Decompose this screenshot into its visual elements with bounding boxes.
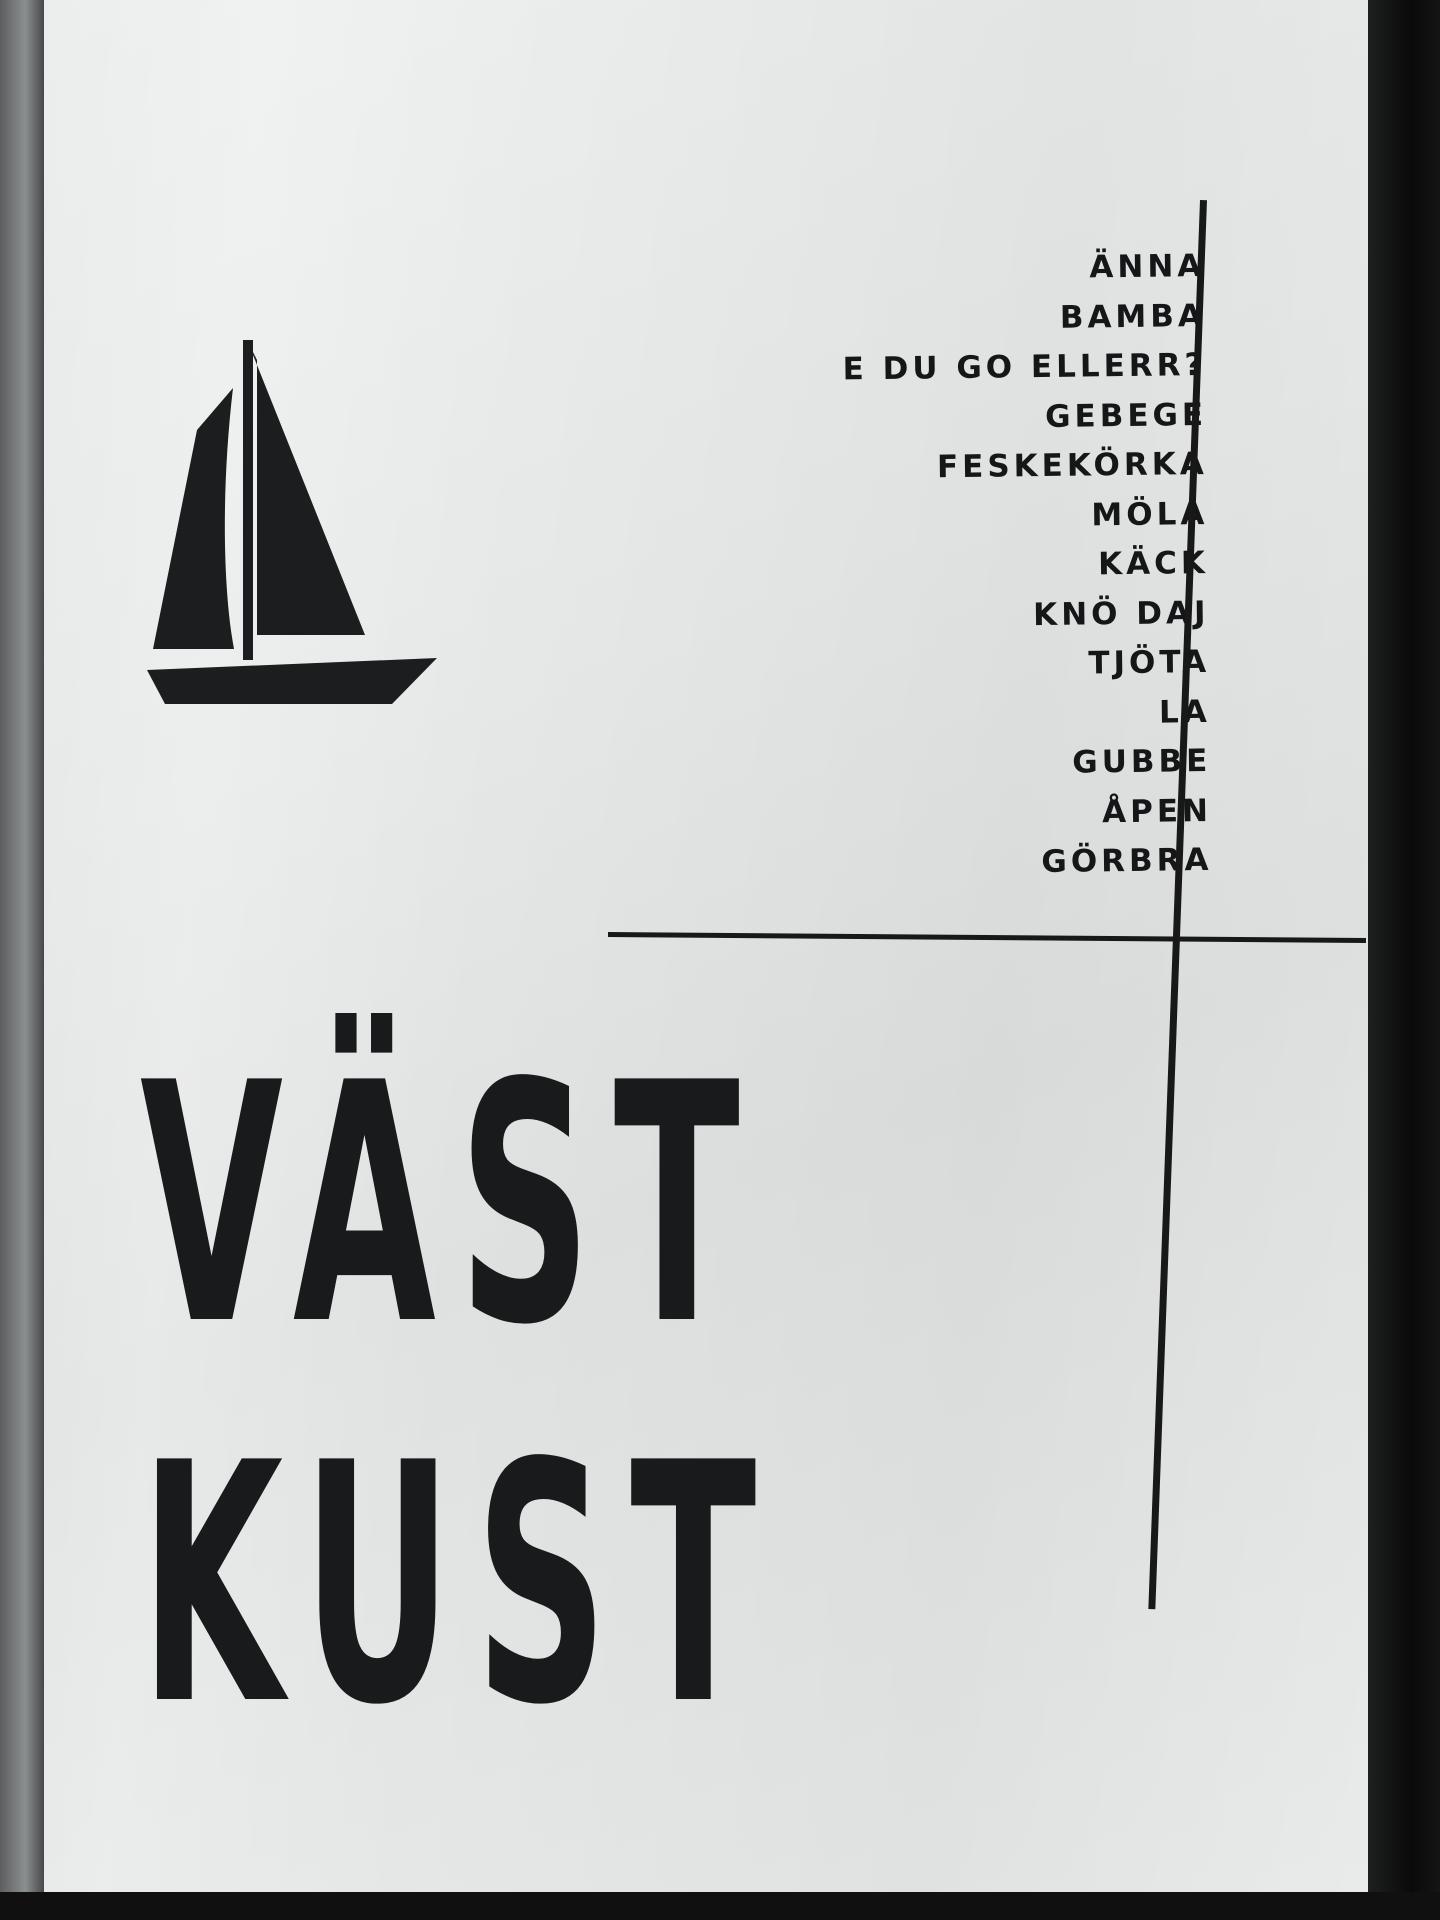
list-item: E DU GO ELLERR? bbox=[842, 346, 1207, 388]
list-item: GEBEGE bbox=[1044, 396, 1208, 435]
list-item: GÖRBRA bbox=[1041, 841, 1213, 881]
sailboat-icon bbox=[147, 340, 437, 704]
frame-right-edge bbox=[1368, 0, 1440, 1920]
list-item: LA bbox=[765, 687, 1211, 742]
list-item: FESKEKÖRKA bbox=[936, 445, 1208, 486]
title-line-2: KUST bbox=[140, 1393, 779, 1777]
title-line-1: VÄST bbox=[140, 1013, 763, 1397]
list-item: ÄNNA bbox=[1089, 247, 1206, 286]
list-item: TJÖTA bbox=[1088, 643, 1211, 682]
jib-sail bbox=[153, 388, 234, 649]
frame-bottom-edge bbox=[0, 1892, 1440, 1920]
list-item: BAMBA bbox=[1059, 297, 1207, 336]
frame-left-edge bbox=[0, 0, 46, 1920]
list-item: MÖLA bbox=[1091, 495, 1209, 533]
main-sail bbox=[247, 340, 365, 635]
list-item: KÄCK bbox=[1097, 544, 1210, 583]
list-item: GUBBE bbox=[1072, 742, 1212, 781]
list-item: KNÖ DAJ bbox=[1032, 594, 1210, 633]
list-item: ÅPEN bbox=[1101, 792, 1213, 830]
hull bbox=[147, 658, 437, 704]
mast bbox=[243, 340, 253, 660]
slang-word-list: ÄNNA BAMBA E DU GO ELLERR? GEBEGE FESKEK… bbox=[760, 242, 1213, 891]
